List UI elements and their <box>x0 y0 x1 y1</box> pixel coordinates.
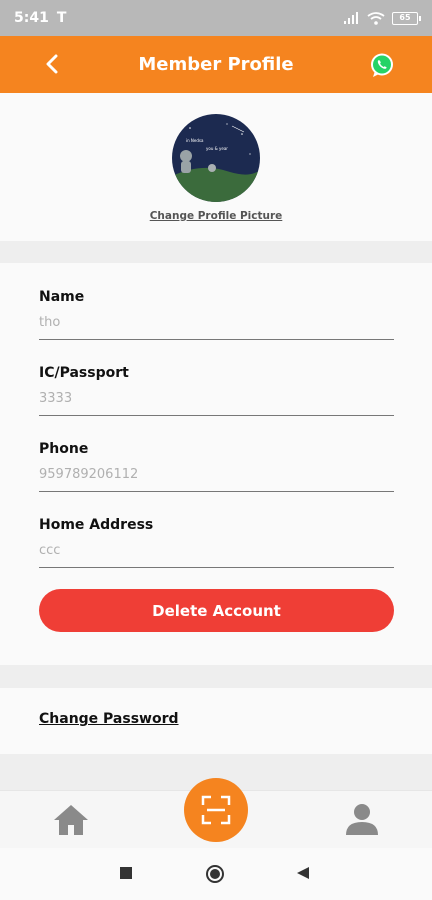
ic-passport-input[interactable]: 3333 <box>39 391 394 409</box>
battery-icon: 65 <box>392 11 421 25</box>
status-bar: 5:41 T 65 <box>0 0 432 36</box>
name-input[interactable]: tho <box>39 315 394 333</box>
avatar-image: in Nedsa you & year <box>172 114 260 202</box>
ic-passport-label: IC/Passport <box>39 365 129 381</box>
home-icon <box>54 805 88 835</box>
back-system-button[interactable] <box>296 865 310 884</box>
nav-home-button[interactable] <box>52 803 90 837</box>
phone-underline <box>39 490 394 492</box>
square-icon <box>120 867 132 879</box>
home-address-label: Home Address <box>39 517 154 533</box>
change-profile-picture-link[interactable]: Change Profile Picture <box>0 210 432 222</box>
status-time: 5:41 <box>14 10 49 26</box>
wifi-icon <box>367 11 385 25</box>
name-underline <box>39 338 394 340</box>
avatar[interactable]: in Nedsa you & year <box>172 114 260 202</box>
profile-form: Name tho IC/Passport 3333 Phone 95978920… <box>0 263 432 665</box>
change-password-section: Change Password <box>0 688 432 754</box>
scan-button[interactable] <box>184 778 248 842</box>
change-password-link[interactable]: Change Password <box>39 711 179 727</box>
home-system-button[interactable] <box>205 864 225 888</box>
page-title: Member Profile <box>138 54 294 75</box>
avatar-text-2: you & year <box>206 146 228 151</box>
home-address-input[interactable]: ccc <box>39 543 394 561</box>
section-divider <box>0 241 432 263</box>
scan-icon <box>201 795 231 825</box>
back-button[interactable] <box>38 50 66 78</box>
delete-account-button[interactable]: Delete Account <box>39 589 394 632</box>
whatsapp-icon <box>371 53 393 77</box>
avatar-text-1: in Nedsa <box>186 138 204 143</box>
home-address-field: Home Address ccc <box>39 517 394 568</box>
ic-passport-field: IC/Passport 3333 <box>39 365 394 416</box>
whatsapp-button[interactable] <box>368 51 396 79</box>
carrier-icon: T <box>56 10 67 26</box>
name-field: Name tho <box>39 289 394 340</box>
phone-label: Phone <box>39 441 89 457</box>
phone-field: Phone 959789206112 <box>39 441 394 492</box>
avatar-section: in Nedsa you & year Change Profile Pictu… <box>0 93 432 241</box>
app-header: Member Profile <box>0 36 432 93</box>
nav-profile-button[interactable] <box>344 801 380 837</box>
name-label: Name <box>39 289 85 305</box>
system-nav-bar <box>0 848 432 900</box>
triangle-back-icon <box>297 867 309 879</box>
chevron-left-icon <box>46 54 58 74</box>
signal-icon <box>344 12 358 24</box>
section-divider <box>0 665 432 688</box>
recent-apps-button[interactable] <box>119 865 133 884</box>
person-icon <box>346 804 378 835</box>
home-address-underline <box>39 566 394 568</box>
circle-home-icon <box>206 865 224 883</box>
phone-input[interactable]: 959789206112 <box>39 467 394 485</box>
ic-passport-underline <box>39 414 394 416</box>
